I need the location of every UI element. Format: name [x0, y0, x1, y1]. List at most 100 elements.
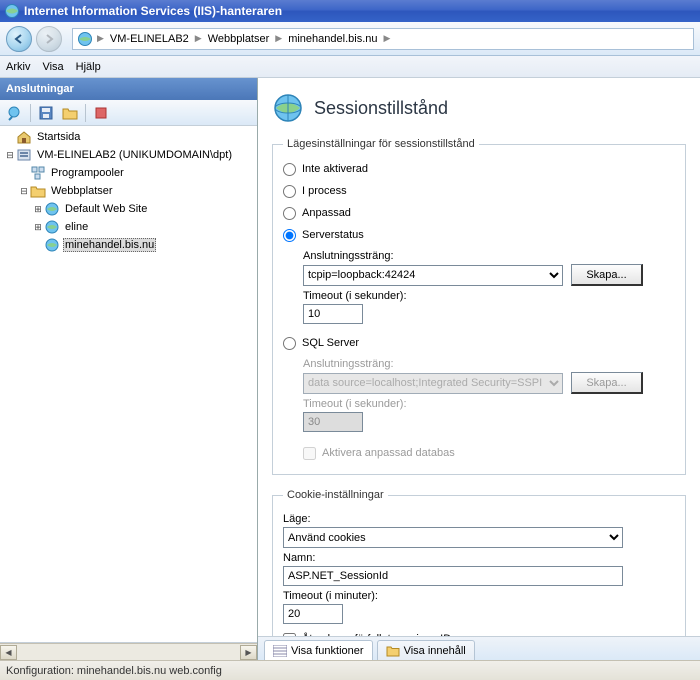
- radio-not-enabled-input[interactable]: [283, 163, 296, 176]
- chevron-right-icon: ▶: [384, 33, 391, 44]
- scroll-right-icon[interactable]: ▶: [240, 645, 257, 660]
- main-panel: Sessionstillstånd Lägesinställningar för…: [258, 78, 700, 660]
- mode-settings-legend: Lägesinställningar för sessionstillstånd: [283, 138, 479, 150]
- tree-label: Webbplatser: [49, 185, 115, 197]
- radio-not-enabled[interactable]: Inte aktiverad: [283, 158, 675, 180]
- tree-site-default[interactable]: ⊞ Default Web Site: [2, 200, 255, 218]
- tree-sites-node[interactable]: ⊟ Webbplatser: [2, 182, 255, 200]
- radio-in-process-input[interactable]: [283, 185, 296, 198]
- tree-label: Programpooler: [49, 167, 126, 179]
- state-server-timeout-input[interactable]: [303, 304, 363, 324]
- state-server-conn-select[interactable]: tcpip=loopback:42424: [303, 265, 563, 286]
- scroll-left-icon[interactable]: ◀: [0, 645, 17, 660]
- tree-label: eline: [63, 221, 90, 233]
- tree-start-page[interactable]: Startsida: [2, 128, 255, 146]
- toolbar-separator: [30, 104, 31, 122]
- state-server-sub: Anslutningssträng: tcpip=loopback:42424 …: [303, 250, 675, 324]
- stop-button[interactable]: [90, 103, 112, 123]
- chevron-right-icon: ▶: [97, 33, 104, 44]
- create-button[interactable]: Skapa...: [571, 264, 643, 286]
- main-content: Sessionstillstånd Lägesinställningar för…: [258, 78, 700, 636]
- custom-db-label: Aktivera anpassad databas: [322, 447, 455, 459]
- tree-apppools-node[interactable]: Programpooler: [2, 164, 255, 182]
- tree-server-node[interactable]: ⊟ VM-ELINELAB2 (UNIKUMDOMAIN\dpt): [2, 146, 255, 164]
- timeout-sec-label: Timeout (i sekunder):: [303, 290, 675, 302]
- custom-db-checkbox-row: Aktivera anpassad databas: [303, 442, 675, 464]
- sql-conn-label: Anslutningssträng:: [303, 358, 675, 370]
- content-icon: [386, 645, 400, 657]
- menu-view[interactable]: Visa: [42, 61, 63, 73]
- chevron-right-icon: ▶: [195, 33, 202, 44]
- back-button[interactable]: [6, 26, 32, 52]
- sql-timeout-label: Timeout (i sekunder):: [303, 398, 675, 410]
- cookie-name-input[interactable]: [283, 566, 623, 586]
- radio-label: I process: [302, 185, 347, 197]
- sql-create-button: Skapa...: [571, 372, 643, 394]
- radio-in-process[interactable]: I process: [283, 180, 675, 202]
- scroll-track[interactable]: [17, 645, 240, 660]
- apppools-icon: [30, 165, 46, 181]
- folder-icon: [30, 183, 46, 199]
- tab-content-view[interactable]: Visa innehåll: [377, 640, 475, 660]
- tree-label: Startsida: [35, 131, 82, 143]
- session-state-icon: [272, 92, 304, 124]
- open-button[interactable]: [59, 103, 81, 123]
- tab-features-view[interactable]: Visa funktioner: [264, 640, 373, 660]
- tree-site-eline[interactable]: ⊞ eline: [2, 218, 255, 236]
- breadcrumb-site[interactable]: minehandel.bis.nu: [286, 33, 379, 45]
- cookie-mode-select[interactable]: Använd cookies: [283, 527, 623, 548]
- radio-state-server-input[interactable]: [283, 229, 296, 242]
- radio-sql-server-input[interactable]: [283, 337, 296, 350]
- sql-server-sub: Anslutningssträng: data source=localhost…: [303, 358, 675, 464]
- collapse-icon[interactable]: ⊟: [18, 186, 30, 197]
- radio-label: Inte aktiverad: [302, 163, 368, 175]
- forward-button[interactable]: [36, 26, 62, 52]
- window-titlebar: Internet Information Services (IIS)-hant…: [0, 0, 700, 22]
- sql-conn-select: data source=localhost;Integrated Securit…: [303, 373, 563, 394]
- save-button[interactable]: [35, 103, 57, 123]
- expand-icon[interactable]: ⊞: [32, 222, 44, 233]
- app-icon: [4, 3, 20, 19]
- cookie-mode-label: Läge:: [283, 513, 675, 525]
- cookie-timeout-input[interactable]: [283, 604, 343, 624]
- menu-help[interactable]: Hjälp: [76, 61, 101, 73]
- tree-label: minehandel.bis.nu: [63, 238, 156, 252]
- bottom-tabs: Visa funktioner Visa innehåll: [258, 636, 700, 660]
- sidebar-toolbar: [0, 100, 257, 126]
- tab-label: Visa innehåll: [404, 645, 466, 657]
- sql-timeout-input: [303, 412, 363, 432]
- breadcrumb: ▶ VM-ELINELAB2 ▶ Webbplatser ▶ minehande…: [72, 28, 694, 50]
- radio-custom[interactable]: Anpassad: [283, 202, 675, 224]
- cookie-settings-legend: Cookie-inställningar: [283, 489, 388, 501]
- toolbar-separator: [85, 104, 86, 122]
- nav-toolbar: ▶ VM-ELINELAB2 ▶ Webbplatser ▶ minehande…: [0, 22, 700, 56]
- tab-label: Visa funktioner: [291, 645, 364, 657]
- sidebar-header: Anslutningar: [0, 78, 257, 100]
- radio-state-server[interactable]: Serverstatus: [283, 224, 675, 246]
- tree-site-minehandel[interactable]: minehandel.bis.nu: [2, 236, 255, 254]
- collapse-icon[interactable]: ⊟: [4, 150, 16, 161]
- cookie-timeout-label: Timeout (i minuter):: [283, 590, 675, 602]
- breadcrumb-server[interactable]: VM-ELINELAB2: [108, 33, 191, 45]
- breadcrumb-sites[interactable]: Webbplatser: [206, 33, 272, 45]
- connect-button[interactable]: [4, 103, 26, 123]
- chevron-right-icon: ▶: [275, 33, 282, 44]
- connections-tree: Startsida ⊟ VM-ELINELAB2 (UNIKUMDOMAIN\d…: [0, 126, 257, 643]
- site-globe-icon: [44, 201, 60, 217]
- sidebar-hscrollbar[interactable]: ◀ ▶: [0, 643, 257, 660]
- radio-label: Anpassad: [302, 207, 351, 219]
- menu-file[interactable]: Arkiv: [6, 61, 30, 73]
- mode-settings-group: Lägesinställningar för sessionstillstånd…: [272, 138, 686, 475]
- statusbar: Konfiguration: minehandel.bis.nu web.con…: [0, 660, 700, 680]
- menubar: Arkiv Visa Hjälp: [0, 56, 700, 78]
- sidebar: Anslutningar Startsida: [0, 78, 258, 660]
- cookie-settings-group: Cookie-inställningar Läge: Använd cookie…: [272, 489, 686, 636]
- page-heading: Sessionstillstånd: [272, 92, 686, 124]
- expand-icon[interactable]: ⊞: [32, 204, 44, 215]
- globe-icon: [77, 31, 93, 47]
- radio-sql-server[interactable]: SQL Server: [283, 332, 675, 354]
- radio-label: Serverstatus: [302, 229, 364, 241]
- site-globe-icon: [44, 237, 60, 253]
- radio-custom-input[interactable]: [283, 207, 296, 220]
- site-globe-icon: [44, 219, 60, 235]
